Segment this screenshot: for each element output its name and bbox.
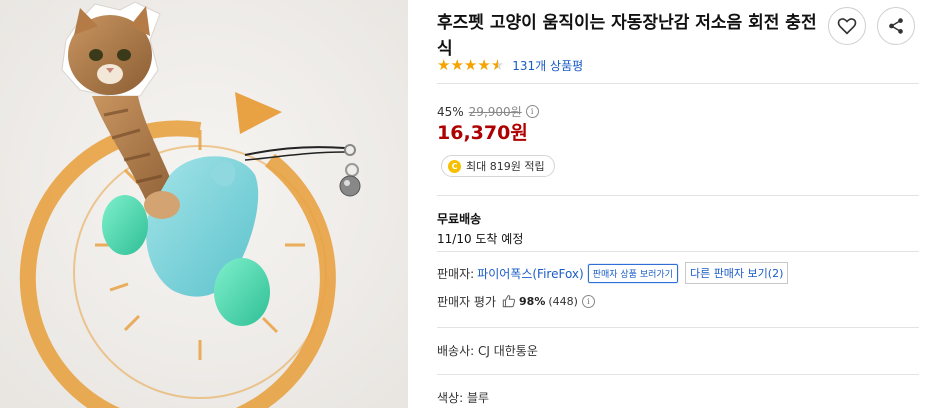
heart-icon [837, 18, 857, 35]
shipping-title: 무료배송 [437, 212, 482, 226]
divider [437, 374, 919, 375]
divider [437, 327, 919, 328]
product-info-panel: 후즈펫 고양이 움직이는 자동장난감 저소음 회전 충전식 ★ ★ ★ ★ ★ … [437, 0, 921, 408]
product-title: 후즈펫 고양이 움직이는 자동장난감 저소음 회전 충전식 [437, 13, 817, 59]
product-image[interactable] [0, 0, 408, 408]
divider [437, 251, 919, 252]
arrival-date: 11/10 도착 예정 [437, 232, 524, 246]
reward-badge: C 최대 819원 적립 [441, 155, 555, 177]
star-icon: ★ [477, 55, 491, 74]
seller-label: 판매자: [437, 266, 475, 281]
seller-rating-label: 판매자 평가 [437, 294, 497, 309]
thumbs-up-icon [502, 295, 516, 308]
product-photo [0, 0, 408, 408]
info-icon[interactable]: i [525, 105, 539, 118]
seller-rating-row: 판매자 평가 98% (448) i [437, 291, 595, 311]
discount-rate: 45% [437, 104, 464, 119]
star-icon: ★ [490, 55, 505, 74]
coin-icon: C [448, 159, 461, 173]
seller-rating-percent: 98% [519, 294, 546, 308]
seller-rating-count: (448) [548, 294, 578, 308]
color-option: 색상: 블루 [437, 391, 490, 405]
divider [437, 83, 919, 84]
wishlist-button[interactable] [828, 7, 866, 45]
other-sellers-button[interactable]: 다른 판매자 보기(2) [684, 262, 789, 284]
rating-stars: ★ ★ ★ ★ ★ [437, 55, 505, 74]
seller-name-link[interactable]: 파이어폭스(FireFox) [477, 265, 584, 282]
star-icon: ★ [437, 55, 451, 74]
divider [437, 195, 919, 196]
share-button[interactable] [877, 7, 915, 45]
star-icon: ★ [463, 55, 478, 74]
seller-row: 판매자: 파이어폭스(FireFox) 판매자 상품 보러가기 다른 판매자 보… [437, 262, 789, 284]
info-icon[interactable]: i [581, 294, 595, 308]
reward-text: 최대 819원 적립 [466, 160, 545, 173]
star-icon: ★ [450, 55, 464, 74]
courier-info: 배송사: CJ 대한통운 [437, 344, 538, 358]
product-rating: ★ ★ ★ ★ ★ 131개 상품평 [437, 56, 583, 74]
review-count-link[interactable]: 131개 상품평 [512, 57, 583, 74]
share-icon [889, 18, 903, 34]
view-seller-products-button[interactable]: 판매자 상품 보러가기 [587, 263, 678, 283]
sale-price: 16,370원 [437, 122, 528, 144]
